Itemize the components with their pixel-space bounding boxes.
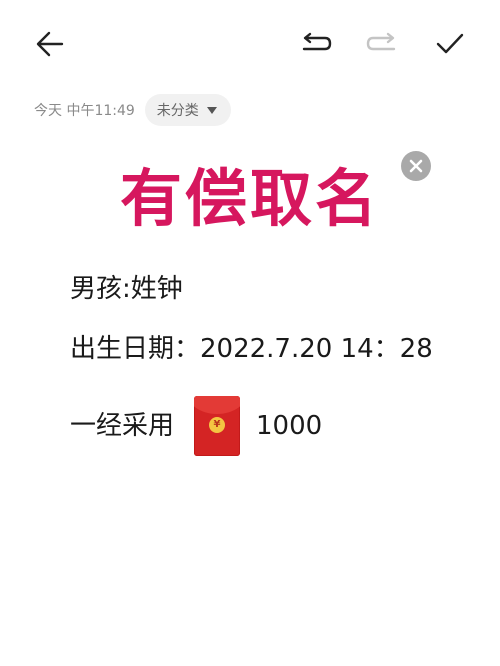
arrow-left-icon — [36, 31, 64, 57]
note-headline: 有偿取名 — [119, 162, 380, 235]
category-dropdown[interactable]: 未分类 — [144, 94, 231, 126]
yuan-coin-icon: ¥ — [209, 417, 226, 433]
undo-icon — [302, 32, 332, 51]
confirm-button[interactable] — [432, 26, 468, 62]
checkmark-icon — [436, 33, 464, 54]
category-label: 未分类 — [156, 103, 199, 119]
redo-icon — [366, 32, 396, 51]
reward-label: 一经采用 — [70, 411, 175, 441]
note-birth-line: 出生日期：2022.7.20 14：28 — [70, 334, 433, 364]
note-reward-line: 一经采用 ¥ 1000 — [70, 396, 322, 456]
reward-amount: 1000 — [256, 411, 323, 441]
note-meta-row: 今天 中午11:49 未分类 — [34, 94, 231, 126]
caret-down-icon — [206, 106, 217, 114]
undo-button[interactable] — [298, 26, 334, 62]
back-button[interactable] — [32, 26, 68, 62]
note-gender-line: 男孩:姓钟 — [70, 274, 183, 304]
red-envelope-icon: ¥ — [194, 396, 241, 456]
note-timestamp: 今天 中午11:49 — [34, 103, 135, 119]
redo-button[interactable] — [364, 26, 400, 62]
